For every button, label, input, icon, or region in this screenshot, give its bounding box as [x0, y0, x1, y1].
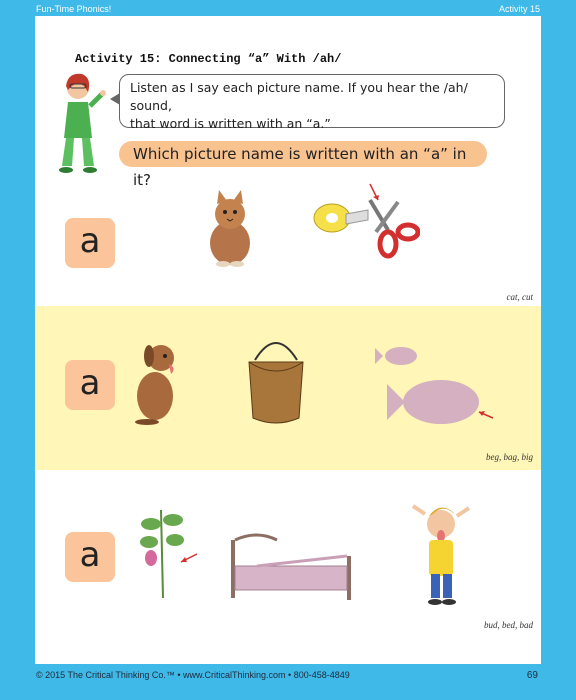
answer-key: bud, bed, bad	[484, 620, 533, 630]
fish-picture	[375, 347, 494, 424]
instruction-line-2: that word is written with an “a.”	[130, 116, 331, 132]
picture-row-1: a cat, cut	[35, 176, 541, 316]
question-banner: Which picture name is written with an “a…	[119, 141, 487, 189]
answer-key: cat, cut	[506, 292, 534, 302]
letter-card: a	[65, 360, 115, 410]
header-left: Fun-Time Phonics!	[36, 4, 112, 14]
activity-title: Activity 15: Connecting “a” With /ah/	[75, 52, 342, 66]
answer-key: beg, bag, big	[486, 452, 533, 462]
instruction-bubble: Listen as I say each picture name. If yo…	[110, 74, 505, 131]
cat-picture	[210, 190, 250, 267]
picture-row-3: a bud, bed, bad	[35, 486, 541, 636]
worksheet-page: Activity 15: Connecting “a” With /ah/ Li…	[35, 16, 541, 664]
boy-picture	[411, 504, 471, 605]
bag-picture	[248, 342, 304, 424]
bed-picture	[231, 533, 351, 600]
page-number: 69	[526, 670, 538, 681]
plant-bud-picture	[140, 509, 198, 599]
instruction-line-1: Listen as I say each picture name. If yo…	[130, 80, 468, 114]
header-right: Activity 15	[498, 4, 540, 14]
letter-card: a	[65, 218, 115, 268]
tape-and-scissors-picture	[313, 183, 420, 259]
letter-card: a	[65, 532, 115, 582]
footer-copyright: © 2015 The Critical Thinking Co.™ • www.…	[36, 670, 350, 680]
teacher-illustration	[59, 73, 106, 173]
dog-picture	[135, 345, 174, 425]
picture-row-2: a beg, bag, big	[35, 306, 541, 470]
